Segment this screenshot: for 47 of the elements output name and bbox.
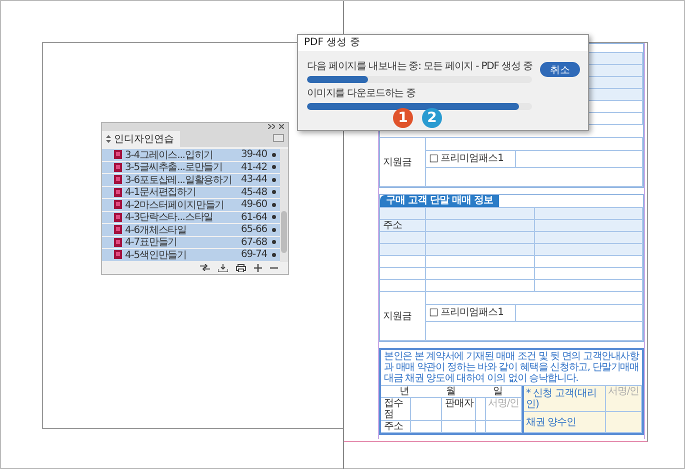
support-label: 지원금 [380,138,426,187]
page-range: 45-48 [240,186,267,198]
date-label: 월 [446,386,456,397]
date-label: 년 [400,386,410,397]
progress-label: 다음 페이지를 내보내는 중: 모든 페이지 - PDF 생성 중 [307,60,532,73]
panel-tab-label: 인디자인연습 [114,133,174,146]
document-row[interactable]: 3-4그레이스...입히기 39-40 [102,149,280,162]
document-row[interactable]: 3-5글씨추출...로만들기 41-42 [102,162,280,174]
date-label: 일 [492,386,502,397]
support-label: 지원금 [380,292,426,341]
document-row[interactable]: 4-7표만들기 67-68 [102,236,280,249]
progress-label: 이미지를 다운로드하는 중 [307,87,417,100]
document-name: 3-6포토샵레...일활용하기 [125,174,233,187]
field-label: 판매자 [442,398,476,421]
document-row[interactable]: 4-6개체스타일 65-66 [102,224,280,236]
cancel-button[interactable]: 취소 [540,62,580,77]
document-name: 3-4그레이스...입히기 [125,148,214,162]
document-name: 4-2마스터페이지만들기 [125,198,226,212]
signature-label: 서명/인 [486,398,522,421]
page-range: 49-60 [240,199,267,210]
panel-tab[interactable]: 인디자인연습 [102,131,180,147]
document-row[interactable]: 4-1문서편집하기 45-48 [102,186,280,199]
plan-checkbox-label: □ 프리미엄패스1 [426,150,516,168]
field-label: 주소 [381,421,411,433]
page-range: 69-74 [240,249,267,260]
page-range: 65-66 [240,224,267,236]
document-name: 4-6개체스타일 [125,224,188,237]
document-row[interactable]: 3-6포토샵레...일활용하기 43-44 [102,174,280,186]
document-name: 3-5글씨추출...로만들기 [125,161,224,174]
page-range: 39-40 [240,149,267,160]
page-range: 43-44 [240,174,267,186]
document-row[interactable]: 4-5색인만들기 69-74 [102,249,280,262]
document-name: 4-7표만들기 [125,236,178,250]
document-row[interactable]: 4-3단락스타...스타일 61-64 [102,212,280,224]
dialog-title: PDF 생성 중 [298,35,588,51]
plan-checkbox-label: □ 프리미엄패스1 [426,304,516,322]
page-range: 67-68 [240,236,267,248]
field-label: 주소 [380,220,426,232]
document-name: 4-1문서편집하기 [125,186,197,200]
document-name: 4-3단락스타...스타일 [125,211,214,224]
page-range: 61-64 [240,212,267,223]
document-name: 4-5색인만들기 [125,248,188,262]
section-title: 구매 고객 단말 매매 정보 [380,195,499,207]
signature-label: 서명/인 [606,386,642,412]
document-row[interactable]: 4-2마스터페이지만들기 49-60 [102,199,280,212]
field-label: 접수점 [381,398,411,421]
page-range: 41-42 [240,162,267,173]
